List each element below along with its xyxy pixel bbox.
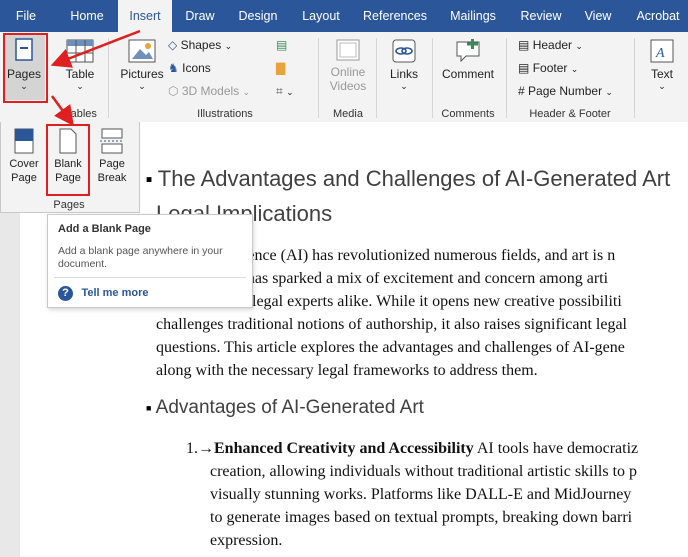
annotation-arrows	[50, 29, 141, 127]
arrow-to-pages	[50, 29, 141, 68]
arrow-to-blank-page	[50, 95, 74, 127]
